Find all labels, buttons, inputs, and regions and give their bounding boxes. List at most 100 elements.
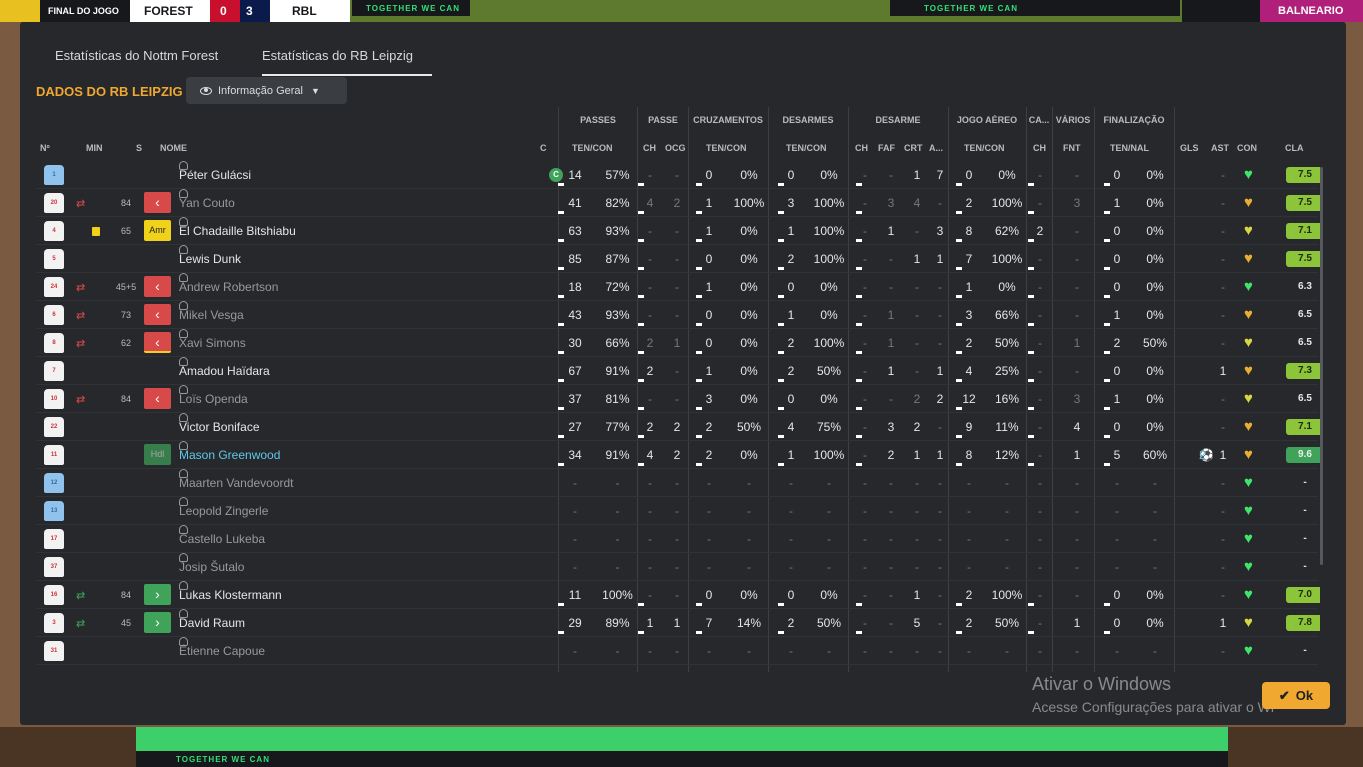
table-row[interactable]: 6 ⇄ 73 ‹ Mikel Vesga 43 93% - -0 0% 1 0% -1- -3 66% - -1…: [36, 301, 1318, 329]
stat-bar-marker: [696, 351, 702, 354]
col-header-fnt[interactable]: FNT: [1063, 143, 1081, 153]
col-header-desarme-ch[interactable]: CH: [855, 143, 868, 153]
stat-assists: -: [1221, 644, 1225, 658]
ad-banner-bottom: TOGETHER WE CAN: [136, 751, 1228, 767]
table-row[interactable]: 11 Hdl Mason Greenwood 34 91% 4 2 2 0% 1 100% -2 1 1 8…: [36, 441, 1320, 469]
shirt-icon: 17: [44, 529, 64, 549]
stat-bar-marker: [856, 603, 862, 606]
table-row[interactable]: 4 65 Amr El Chadaille Bitshiabu 63 93% - -1 0% 1 1…: [36, 217, 1320, 245]
col-header-passe-ch[interactable]: CH: [643, 143, 656, 153]
stat-passes-pct: 93%: [605, 224, 630, 238]
table-row[interactable]: 16 ⇄ 84 › Lukas Klostermann 11 100% - -0 0% 0 0% - -1…: [36, 581, 1320, 609]
ok-button[interactable]: ✔ Ok: [1262, 682, 1330, 709]
table-row[interactable]: 22 Victor Boniface 27 77% 2 2 2 50% 4 75% -3 2-9 11%…: [36, 413, 1320, 441]
col-header-condition[interactable]: CON: [1237, 143, 1257, 153]
table-row[interactable]: 20 ⇄ 84 ‹ Yan Couto 41 82% 4 2 1 100% 3 100% -3 4-2 100…: [36, 189, 1320, 217]
table-row[interactable]: 12 Maarten Vandevoordt - - - - - - - - - - - - - - - - - - -…: [36, 469, 1318, 497]
stat-bar-marker: [696, 463, 702, 466]
stat-key-passes: -: [675, 644, 679, 658]
match-rating: 7.5: [1286, 195, 1320, 211]
col-header-desarme-crt[interactable]: CRT: [904, 143, 923, 153]
table-row[interactable]: 13 Leopold Zingerle - - - - - - - - - - - - - - - - - - - ♥ -: [36, 497, 1318, 525]
col-header-assists[interactable]: AST: [1211, 143, 1229, 153]
stat-crosses-pct: -: [747, 560, 751, 574]
col-header-min[interactable]: MIN: [86, 143, 103, 153]
table-row[interactable]: [36, 665, 1318, 671]
table-row[interactable]: 37 Josip Šutalo - - - - - - - - - - - - - - - - - - - ♥ -: [36, 553, 1318, 581]
stat-fnt: -: [1075, 532, 1079, 546]
stat-bar-marker: [696, 407, 702, 410]
tab-rb-leipzig[interactable]: Estatísticas do RB Leipzig: [262, 48, 413, 63]
stat-passes-attempted: -: [573, 644, 577, 658]
stat-shots-on-target: -: [1153, 476, 1157, 490]
stat-bar-marker: [638, 211, 644, 214]
stat-bar-marker: [638, 379, 644, 382]
col-header-finalizacao[interactable]: TEN/NAL: [1110, 143, 1149, 153]
stat-tackles-attempted: -: [789, 504, 793, 518]
stat-bar-marker: [696, 267, 702, 270]
table-row[interactable]: 24 ⇄ 45+5 ‹ Andrew Robertson 18 72% - -1 0% 0 0% - - -…: [36, 273, 1318, 301]
table-row[interactable]: 17 Castello Lukeba - - - - - - - - - - - - - - - - - - - ♥ -: [36, 525, 1318, 553]
table-row[interactable]: 1 Péter Gulácsi C 14 57% - -0 0% 0 0% - -1 7 0 0% - -0 0%…: [36, 161, 1320, 189]
stat-bar-marker: [778, 379, 784, 382]
stat-key-passes: 2: [673, 196, 681, 210]
player-of-match-badge: Hdl: [144, 444, 171, 465]
stat-fnt: -: [1075, 168, 1079, 182]
table-row[interactable]: 10 ⇄ 84 ‹ Loïs Openda 37 81% - -3 0% 0 0% - -2 2 12 16% -…: [36, 385, 1318, 413]
player-name-text: David Raum: [179, 616, 246, 630]
col-header-ca-ch[interactable]: CH: [1033, 143, 1046, 153]
table-row[interactable]: 7 Amadou Haïdara 67 91% 2-1 0% 2 50% -1-1 4 25% - -0…: [36, 357, 1320, 385]
stat-fouls: -: [889, 532, 893, 546]
stat-tackles-pct: -: [827, 644, 831, 658]
stat-bar-marker: [1104, 239, 1110, 242]
stat-fnt: 3: [1073, 196, 1081, 210]
stat-tackles-pct: -: [827, 504, 831, 518]
col-header-number[interactable]: Nº: [40, 143, 50, 153]
view-dropdown[interactable]: Informação Geral ▼: [186, 77, 347, 104]
col-header-desarmes[interactable]: TEN/CON: [786, 143, 827, 153]
col-header-name[interactable]: NOME: [160, 143, 187, 153]
col-header-desarme-a[interactable]: A...: [929, 143, 943, 153]
table-row[interactable]: 5 Lewis Dunk 85 87% - -0 0% 2 100% - -1 1 7 100% - -0 0%…: [36, 245, 1320, 273]
col-header-status[interactable]: S: [136, 143, 142, 153]
stat-bar-marker: [956, 211, 962, 214]
col-header-passe-ocg[interactable]: OCG: [665, 143, 686, 153]
shirt-icon: 7: [44, 361, 64, 381]
stat-interceptions: 1: [913, 448, 921, 462]
match-rating: 7.1: [1286, 419, 1320, 435]
stat-passes-pct: 57%: [605, 168, 630, 182]
match-controls[interactable]: [1182, 0, 1260, 22]
match-rating: -: [1303, 561, 1307, 572]
substituted-off-icon: ‹: [144, 332, 171, 353]
active-tab-indicator: [262, 74, 432, 76]
away-team: RBL: [270, 0, 350, 22]
table-row[interactable]: 31 Étienne Capoue - - - - - - - - - - - - - - - - - - - ♥ -: [36, 637, 1318, 665]
stat-interceptions: 1: [913, 588, 921, 602]
table-row[interactable]: 3 ⇄ 45 › David Raum 29 89% 1 1 7 14% 2 50% - -5-2 50% -1…: [36, 609, 1320, 637]
tab-nottm-forest[interactable]: Estatísticas do Nottm Forest: [55, 48, 218, 63]
col-header-rating[interactable]: CLA: [1285, 143, 1304, 153]
shirt-icon: 31: [44, 641, 64, 661]
stat-passes-attempted: 43: [568, 308, 582, 322]
balneario-button[interactable]: BALNEARIO: [1260, 0, 1363, 22]
col-header-goals[interactable]: GLS: [1180, 143, 1199, 153]
ok-button-label: Ok: [1295, 688, 1314, 703]
stat-bar-marker: [638, 267, 644, 270]
stat-assists: -: [1221, 420, 1225, 434]
stat-bar-marker: [778, 631, 784, 634]
stat-assists: -: [1221, 308, 1225, 322]
table-scrollbar[interactable]: [1320, 167, 1323, 565]
player-name-text: Amadou Haïdara: [179, 364, 270, 378]
col-header-aereo[interactable]: TEN/CON: [964, 143, 1005, 153]
player-name-text: Andrew Robertson: [179, 280, 279, 294]
table-row[interactable]: 8 ⇄ 62 ‹ Xavi Simons 30 66% 2 1 0 0% 2 100% -1- -2 50% -…: [36, 329, 1318, 357]
stat-tackle-a: 2: [936, 392, 944, 406]
stat-tackles-pct: 75%: [816, 420, 842, 434]
col-header-passes[interactable]: TEN/CON: [572, 143, 613, 153]
stat-key-passes: -: [675, 224, 679, 238]
stat-tackles-pct: -: [827, 476, 831, 490]
stat-passes-pct: -: [615, 504, 620, 518]
col-header-desarme-faf[interactable]: FAF: [878, 143, 895, 153]
col-header-captain[interactable]: C: [540, 143, 547, 153]
col-header-cruzamentos[interactable]: TEN/CON: [706, 143, 747, 153]
